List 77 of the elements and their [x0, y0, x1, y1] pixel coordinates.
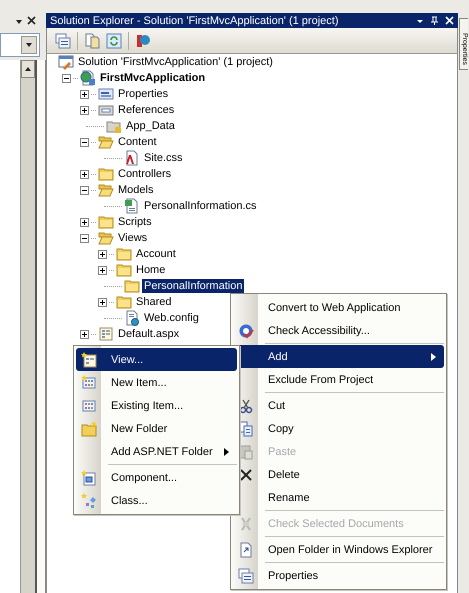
menu-item[interactable]: Add ASP.NET Folder	[76, 440, 237, 463]
globe-page-icon	[80, 70, 96, 86]
refresh-icon[interactable]	[106, 32, 122, 48]
expand-toggle[interactable]	[98, 250, 107, 258]
menu-item[interactable]: New Item...	[76, 371, 237, 394]
tree-item[interactable]: Home	[134, 263, 168, 277]
dropdown-arrow-icon	[25, 41, 33, 49]
tree-item[interactable]: Controllers	[116, 167, 174, 181]
expand-toggle[interactable]	[80, 218, 89, 226]
expand-toggle[interactable]	[98, 266, 107, 274]
menu-item[interactable]: Check Accessibility...	[233, 319, 444, 342]
tree-item[interactable]: PersonalInformation.cs	[142, 199, 258, 213]
tree-item[interactable]: References	[116, 103, 176, 117]
new-folder-icon	[80, 420, 96, 436]
tree-item[interactable]: Web.config	[142, 311, 201, 325]
expand-toggle[interactable]	[80, 330, 89, 338]
tree-item[interactable]: Site.css	[142, 151, 185, 165]
properties-icon	[98, 86, 114, 102]
menu-item[interactable]: Component...	[76, 466, 237, 489]
web-form-icon	[98, 326, 114, 342]
folder-icon	[124, 278, 140, 294]
class-icon	[80, 492, 96, 508]
tree-item[interactable]: Content	[116, 135, 159, 149]
folder-icon	[98, 166, 114, 182]
menu-item[interactable]: Properties	[233, 564, 444, 587]
tree-item[interactable]: Views	[116, 231, 150, 245]
tree-item[interactable]: Solution 'FirstMvcApplication' (1 project)	[76, 55, 275, 69]
folder-icon	[98, 214, 114, 230]
scrollbar[interactable]	[21, 60, 38, 593]
tree-item[interactable]: App_Data	[124, 119, 177, 133]
pin-icon[interactable]	[430, 16, 439, 26]
new-item-icon	[80, 374, 96, 390]
accessibility-icon	[238, 322, 254, 338]
menu-item[interactable]: Class...	[76, 489, 237, 512]
pages-icon[interactable]	[84, 32, 100, 48]
component-icon	[80, 470, 96, 486]
scroll-up-button[interactable]	[21, 60, 36, 78]
open-folder-icon	[98, 134, 114, 150]
config-file-icon	[124, 310, 140, 326]
existing-item-icon	[80, 398, 96, 414]
tree-item[interactable]: Scripts	[116, 215, 154, 229]
stylesheet-icon	[124, 150, 140, 166]
expand-toggle[interactable]	[80, 186, 89, 194]
menu-item[interactable]: View...	[76, 348, 237, 371]
properties-window-icon[interactable]	[55, 32, 71, 48]
tree-item[interactable]: Properties	[116, 87, 170, 101]
menu-item[interactable]: New Folder	[76, 417, 237, 440]
page-arrow-icon	[238, 542, 254, 558]
tree-item[interactable]: Default.aspx	[116, 327, 182, 341]
menu-item[interactable]: Open Folder in Windows Explorer	[233, 538, 444, 561]
folder-icon	[116, 262, 132, 278]
menu-item[interactable]: Convert to Web Application	[233, 296, 444, 319]
tree-item[interactable]: Models	[116, 183, 156, 197]
new-view-icon	[80, 352, 96, 368]
up-arrow-icon	[24, 65, 32, 73]
code-file-icon	[124, 198, 140, 214]
tree-item[interactable]: Shared	[134, 295, 174, 309]
expand-toggle[interactable]	[80, 170, 89, 178]
open-folder-icon	[98, 230, 114, 246]
tree-item[interactable]: PersonalInformation	[142, 279, 244, 293]
folder-icon	[116, 246, 132, 262]
window-title: Solution Explorer - Solution 'FirstMvcApplication' (1 project)	[50, 14, 340, 26]
expand-toggle[interactable]	[98, 298, 107, 306]
tree-item[interactable]: FirstMvcApplication	[98, 71, 208, 85]
properties-window-icon	[238, 568, 254, 584]
folder-icon	[116, 294, 132, 310]
dropdown-arrow-icon[interactable]	[15, 17, 23, 25]
menu-item[interactable]: Existing Item...	[76, 394, 237, 417]
expand-toggle[interactable]	[80, 90, 89, 98]
expand-toggle[interactable]	[80, 234, 89, 242]
tree-item[interactable]: Account	[134, 247, 178, 261]
expand-toggle[interactable]	[80, 106, 89, 114]
open-folder-icon	[98, 182, 114, 198]
expand-toggle[interactable]	[62, 74, 71, 82]
shapes-icon[interactable]	[135, 32, 151, 48]
expand-toggle[interactable]	[80, 138, 89, 146]
close-icon[interactable]	[27, 16, 36, 25]
